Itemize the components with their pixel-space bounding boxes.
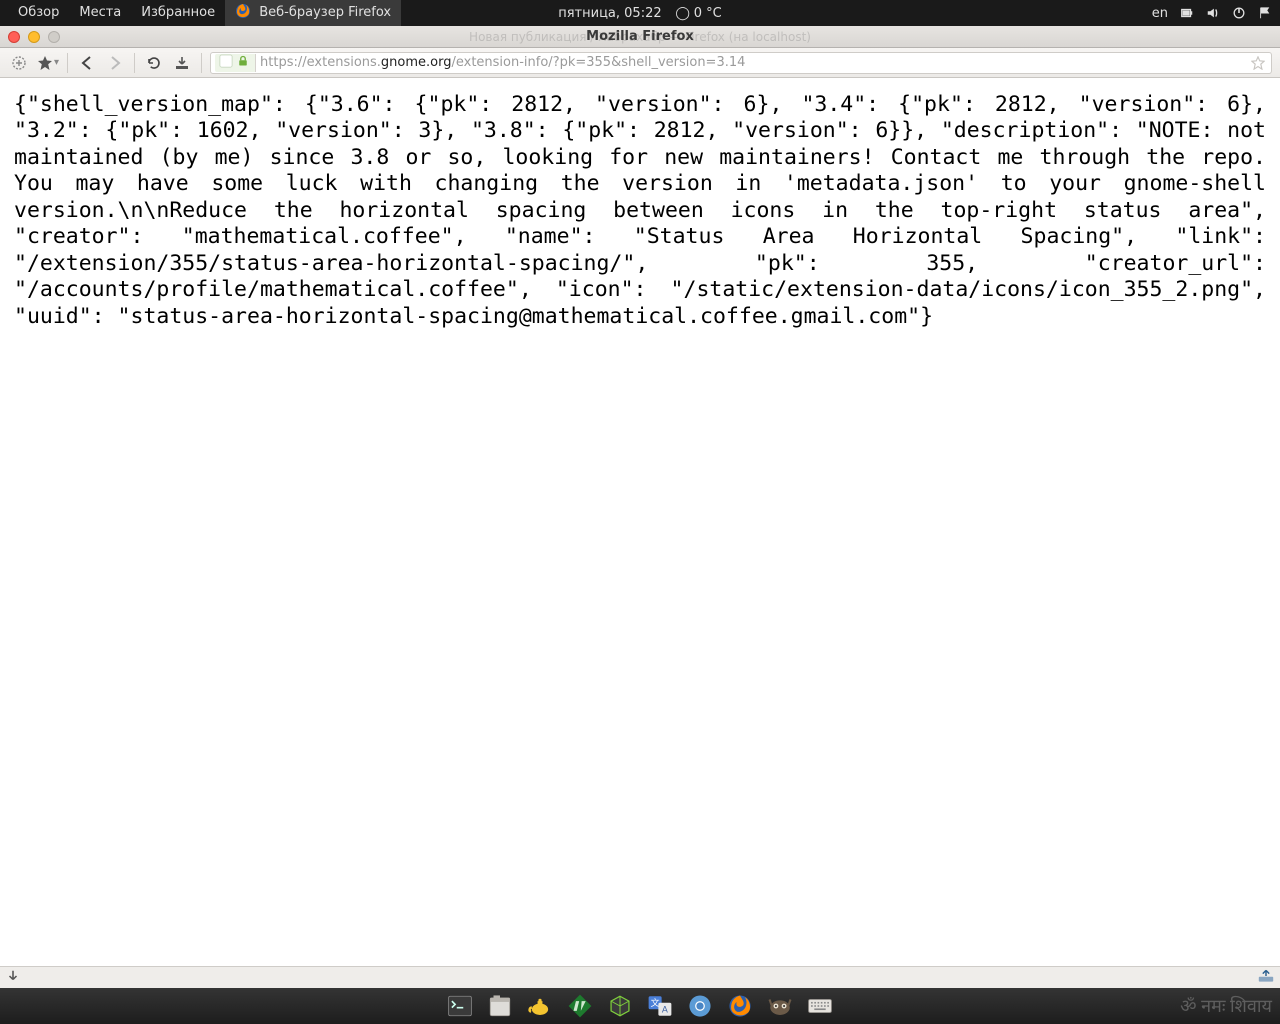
page-favicon: [219, 54, 233, 72]
weather-icon: ◯: [676, 6, 690, 20]
window-close-button[interactable]: [8, 31, 20, 43]
dock-terminal-icon[interactable]: [447, 993, 473, 1019]
addonbar-upload-icon[interactable]: [1258, 969, 1274, 986]
dock-teapot-icon[interactable]: [527, 993, 553, 1019]
dock-chromium-icon[interactable]: [687, 993, 713, 1019]
url-text: https://extensions.gnome.org/extension-i…: [260, 55, 745, 70]
bookmark-star-icon[interactable]: [1249, 56, 1267, 70]
bookmarks-chevron-icon[interactable]: ▾: [54, 57, 59, 68]
panel-menu-overview[interactable]: Обзор: [8, 0, 69, 26]
svg-text:文: 文: [651, 997, 660, 1008]
new-tab-button[interactable]: [8, 52, 30, 74]
json-response-body: {"shell_version_map": {"3.6": {"pk": 281…: [0, 78, 1280, 344]
power-icon[interactable]: [1232, 6, 1246, 20]
panel-menu-favorites[interactable]: Избранное: [131, 0, 225, 26]
dock-mantra-text: ॐ नमः शिवाय: [1180, 994, 1272, 1018]
battery-icon[interactable]: [1180, 6, 1194, 20]
toolbar-separator: [67, 53, 68, 73]
window-title: Mozilla Firefox: [586, 29, 694, 44]
nav-forward-button[interactable]: [104, 52, 126, 74]
window-titlebar[interactable]: Новая публикация / Хабрахабр — Firefox (…: [0, 26, 1280, 48]
flag-icon[interactable]: [1258, 6, 1272, 20]
addonbar-down-icon[interactable]: [6, 969, 20, 986]
panel-menu-places[interactable]: Места: [69, 0, 131, 26]
page-content-area: {"shell_version_map": {"3.6": {"pk": 281…: [0, 78, 1280, 966]
url-subdomain: extensions.: [307, 55, 381, 70]
dock-firefox-icon[interactable]: [727, 993, 753, 1019]
volume-icon[interactable]: [1206, 6, 1220, 20]
dock-keyboard-icon[interactable]: [807, 993, 833, 1019]
dock-module-icon[interactable]: [607, 993, 633, 1019]
panel-datetime[interactable]: пятница, 05:22: [558, 6, 661, 21]
reload-button[interactable]: [143, 52, 165, 74]
panel-lang-indicator[interactable]: en: [1152, 6, 1168, 21]
svg-text:A: A: [662, 1005, 668, 1015]
url-bar[interactable]: https://extensions.gnome.org/extension-i…: [210, 52, 1272, 74]
firefox-icon: [235, 3, 251, 19]
url-host: gnome.org: [381, 55, 452, 70]
dock-translate-icon[interactable]: 文A: [647, 993, 673, 1019]
panel-active-app[interactable]: Веб-браузер Firefox: [225, 0, 401, 26]
url-path: /extension-info/?pk=355&shell_version=3.…: [451, 55, 745, 70]
firefox-addon-bar: [0, 966, 1280, 988]
gnome-top-panel: Обзор Места Избранное Веб-браузер Firefo…: [0, 0, 1280, 26]
gnome-bottom-dock: 文A ॐ नमः शिवाय: [0, 988, 1280, 1024]
panel-weather[interactable]: ◯ 0 °C: [676, 6, 722, 21]
url-scheme: https://: [260, 55, 307, 70]
toolbar-separator: [201, 53, 202, 73]
window-minimize-button[interactable]: [28, 31, 40, 43]
site-identity-block[interactable]: [215, 54, 256, 72]
dock-files-icon[interactable]: [487, 993, 513, 1019]
panel-temperature: 0 °C: [694, 6, 722, 21]
nav-back-button[interactable]: [76, 52, 98, 74]
downloads-button[interactable]: [171, 52, 193, 74]
bookmarks-button[interactable]: [36, 52, 54, 74]
lock-icon: [237, 55, 249, 71]
panel-active-app-label: Веб-браузер Firefox: [259, 5, 391, 20]
dock-gvim-icon[interactable]: [567, 993, 593, 1019]
window-maximize-button[interactable]: [48, 31, 60, 43]
dock-gimp-icon[interactable]: [767, 993, 793, 1019]
toolbar-separator: [134, 53, 135, 73]
firefox-toolbar: ▾ https://extensions.gnome.org/extension…: [0, 48, 1280, 78]
